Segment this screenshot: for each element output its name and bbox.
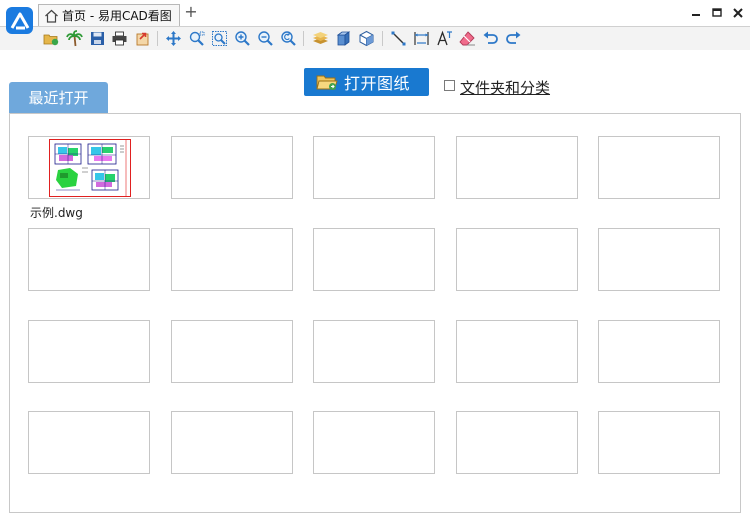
home-icon xyxy=(45,9,58,23)
maximize-icon xyxy=(712,8,722,17)
maximize-button[interactable] xyxy=(709,5,725,21)
empty-thumbnail-slot xyxy=(171,136,293,199)
tab-title: 首页 - 易用CAD看图 xyxy=(62,9,172,23)
recent-file-name[interactable]: 示例.dwg xyxy=(30,204,83,221)
empty-thumbnail-slot xyxy=(456,320,578,383)
empty-thumbnail-slot xyxy=(456,411,578,474)
save-icon[interactable] xyxy=(89,30,106,47)
empty-thumbnail-slot xyxy=(171,411,293,474)
recent-tab-label: 最近打开 xyxy=(28,89,89,107)
empty-thumbnail-slot xyxy=(598,411,720,474)
close-icon xyxy=(733,8,743,18)
app-logo-icon[interactable] xyxy=(6,7,33,34)
empty-thumbnail-slot xyxy=(28,320,150,383)
folder-category-checkbox[interactable] xyxy=(444,80,455,91)
text-icon[interactable] xyxy=(436,30,453,47)
empty-thumbnail-slot xyxy=(598,228,720,291)
zoom-in-icon[interactable] xyxy=(234,30,251,47)
empty-thumbnail-slot xyxy=(456,228,578,291)
dimension-icon[interactable] xyxy=(413,30,430,47)
layer-icon[interactable] xyxy=(312,30,329,47)
empty-thumbnail-slot xyxy=(171,228,293,291)
new-tab-button[interactable]: + xyxy=(184,4,198,20)
open-folder-icon[interactable] xyxy=(43,30,60,47)
open-drawing-label: 打开图纸 xyxy=(344,74,411,93)
empty-thumbnail-slot xyxy=(313,228,435,291)
zoom-window-icon[interactable] xyxy=(188,30,205,47)
minimize-icon xyxy=(692,14,700,16)
empty-thumbnail-slot xyxy=(171,320,293,383)
3d-box-icon[interactable] xyxy=(335,30,352,47)
tab-recent-open[interactable]: 最近打开 xyxy=(9,82,108,113)
redo-icon[interactable] xyxy=(505,30,522,47)
title-bar: 首页 - 易用CAD看图 + xyxy=(0,0,750,34)
line-measure-icon[interactable] xyxy=(390,30,407,47)
empty-thumbnail-slot xyxy=(313,320,435,383)
empty-thumbnail-slot xyxy=(28,228,150,291)
pan-icon[interactable] xyxy=(165,30,182,47)
recent-file-thumbnail[interactable] xyxy=(28,136,150,199)
toolbar xyxy=(0,26,750,51)
home-tab[interactable]: 首页 - 易用CAD看图 xyxy=(38,4,180,26)
zoom-out-icon[interactable] xyxy=(257,30,274,47)
undo-icon[interactable] xyxy=(482,30,499,47)
palm-tree-icon[interactable] xyxy=(66,30,83,47)
print-icon[interactable] xyxy=(111,30,128,47)
zoom-previous-icon[interactable] xyxy=(280,30,297,47)
home-page: 打开图纸 文件夹和分类 最近打开 示例.dwg xyxy=(0,50,750,513)
empty-thumbnail-slot xyxy=(456,136,578,199)
empty-thumbnail-slot xyxy=(313,136,435,199)
export-icon[interactable] xyxy=(134,30,151,47)
open-folder-icon xyxy=(316,75,338,90)
empty-thumbnail-slot xyxy=(313,411,435,474)
open-drawing-button[interactable]: 打开图纸 xyxy=(304,68,429,96)
folder-category-label[interactable]: 文件夹和分类 xyxy=(460,77,550,98)
empty-thumbnail-slot xyxy=(28,411,150,474)
eraser-icon[interactable] xyxy=(459,30,476,47)
3d-view-icon[interactable] xyxy=(358,30,375,47)
zoom-extents-icon[interactable] xyxy=(211,30,228,47)
empty-thumbnail-slot xyxy=(598,136,720,199)
dwg-preview-image xyxy=(49,139,131,197)
empty-thumbnail-slot xyxy=(598,320,720,383)
minimize-button[interactable] xyxy=(688,5,704,21)
close-button[interactable] xyxy=(730,5,746,21)
